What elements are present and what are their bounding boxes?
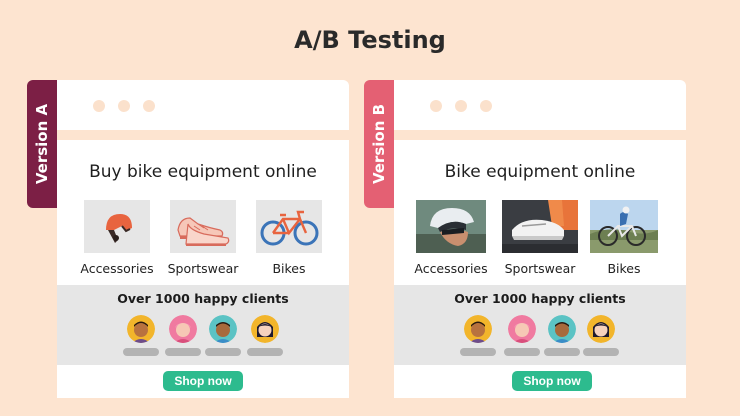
window-dot xyxy=(118,100,130,112)
product-bikes[interactable]: Bikes xyxy=(576,200,672,276)
user-avatar-1 xyxy=(464,315,492,343)
page-content: Buy bike equipment online Accessories Sp… xyxy=(57,140,349,398)
product-label: Bikes xyxy=(607,261,641,276)
product-label: Accessories xyxy=(414,261,488,276)
window-dots xyxy=(430,100,492,112)
helmet-photo xyxy=(416,200,486,253)
window-dots xyxy=(93,100,155,112)
browser-bar xyxy=(57,80,349,130)
product-label: Sportswear xyxy=(504,261,576,276)
shoe-photo xyxy=(502,200,578,253)
window-dot xyxy=(430,100,442,112)
version-a-label: Version A xyxy=(33,103,51,185)
product-accessories[interactable]: Accessories xyxy=(403,200,499,276)
page-content: Bike equipment online Accessories Sports… xyxy=(394,140,686,398)
placeholder-bar xyxy=(544,348,580,356)
client-4 xyxy=(247,315,283,356)
placeholder-bar xyxy=(460,348,496,356)
product-sportswear[interactable]: Sportswear xyxy=(155,200,251,276)
helmet-icon xyxy=(84,200,150,253)
version-a-panel: Version A Buy bike equipment online Acce… xyxy=(27,80,349,398)
user-avatar-2 xyxy=(169,315,197,343)
clients-section: Over 1000 happy clients xyxy=(394,285,686,365)
window-dot xyxy=(480,100,492,112)
clients-title: Over 1000 happy clients xyxy=(117,291,289,306)
product-accessories[interactable]: Accessories xyxy=(69,200,165,276)
user-avatar-3 xyxy=(548,315,576,343)
user-avatar-1 xyxy=(127,315,155,343)
user-avatar-2 xyxy=(508,315,536,343)
product-sportswear[interactable]: Sportswear xyxy=(492,200,588,276)
page-title: A/B Testing xyxy=(294,26,446,54)
placeholder-bar xyxy=(247,348,283,356)
sneaker-icon xyxy=(170,200,236,253)
user-avatar-4 xyxy=(587,315,615,343)
version-a-tab: Version A xyxy=(27,80,57,208)
user-avatar-3 xyxy=(209,315,237,343)
placeholder-bar xyxy=(165,348,201,356)
page-heading: Buy bike equipment online xyxy=(89,162,317,182)
client-2 xyxy=(165,315,201,356)
client-3 xyxy=(205,315,241,356)
placeholder-bar xyxy=(583,348,619,356)
window-dot xyxy=(143,100,155,112)
shop-now-button[interactable]: Shop now xyxy=(512,371,592,391)
client-2 xyxy=(504,315,540,356)
placeholder-bar xyxy=(205,348,241,356)
product-label: Sportswear xyxy=(167,261,239,276)
product-bikes[interactable]: Bikes xyxy=(241,200,337,276)
version-b-tab: Version B xyxy=(364,80,394,208)
clients-title: Over 1000 happy clients xyxy=(454,291,626,306)
client-3 xyxy=(544,315,580,356)
placeholder-bar xyxy=(504,348,540,356)
user-avatar-4 xyxy=(251,315,279,343)
product-label: Accessories xyxy=(80,261,154,276)
product-label: Bikes xyxy=(272,261,306,276)
placeholder-bar xyxy=(123,348,159,356)
clients-section: Over 1000 happy clients xyxy=(57,285,349,365)
page-heading: Bike equipment online xyxy=(444,162,636,182)
window-dot xyxy=(455,100,467,112)
version-b-panel: Version B Bike equipment online Accessor… xyxy=(364,80,686,398)
cyclist-photo xyxy=(590,200,658,253)
bicycle-icon xyxy=(256,200,322,253)
shop-now-button[interactable]: Shop now xyxy=(163,371,243,391)
window-dot xyxy=(93,100,105,112)
version-b-label: Version B xyxy=(370,103,388,185)
browser-bar xyxy=(394,80,686,130)
client-1 xyxy=(123,315,159,356)
client-4 xyxy=(583,315,619,356)
client-1 xyxy=(460,315,496,356)
